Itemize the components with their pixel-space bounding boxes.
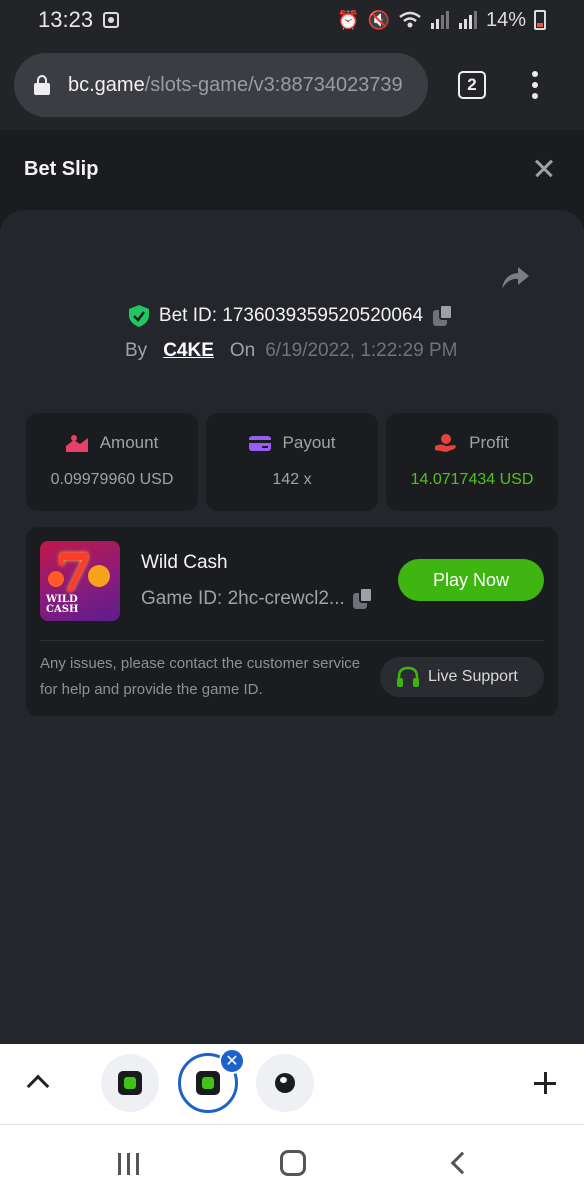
bet-id-row: Bet ID: 1736039359520520064 [0,304,584,328]
live-support-label: Live Support [428,668,518,685]
chevron-up-icon[interactable] [26,1074,50,1098]
on-label: On [229,340,256,361]
url-path: /slots-game/v3:88734023739 [144,73,403,96]
profit-label: Profit [469,433,509,452]
share-icon[interactable] [500,264,530,292]
recent-apps-icon[interactable] [118,1153,139,1175]
by-label: By [125,340,148,361]
profit-value: 14.0717434 USD [410,471,534,488]
modal-title: Bet Slip [24,158,99,180]
home-icon[interactable] [280,1150,306,1176]
amount-card: Amount 0.09979960 USD [26,413,198,511]
browser-toolbar: bc.game/slots-game/v3:88734023739 2 [0,40,584,130]
tab-bc-game-active[interactable]: ✕ [178,1048,245,1113]
amount-label: Amount [99,433,159,452]
payout-card: Payout 142 x [206,413,378,511]
signal-icon [458,11,477,29]
address-bar[interactable]: bc.game/slots-game/v3:88734023739 [14,53,428,117]
game-id-row: Game ID: 2hc-crewcl2... [141,587,375,611]
bc-game-icon [118,1071,142,1095]
bet-id: Bet ID: 1736039359520520064 [158,305,424,326]
url-text: bc.game/slots-game/v3:88734023739 [68,74,403,97]
mute-icon: 🔇 [367,9,390,30]
divider [40,640,544,641]
support-note: Any issues, please contact the customer … [40,655,361,698]
live-support-button[interactable]: Live Support [380,657,544,697]
signal-icon [430,11,449,29]
tab-switcher-button[interactable]: 2 [458,71,486,99]
payout-icon [248,436,271,451]
new-tab-icon[interactable] [534,1072,556,1094]
game-thumbnail[interactable]: 7 WILD CASH [40,541,120,621]
alarm-icon: ⏰ [337,9,360,30]
bet-date: 6/19/2022, 1:22:29 PM [265,340,458,361]
status-icons: ⏰ 🔇 14% [337,9,546,32]
system-nav-bar [0,1124,584,1200]
close-tab-icon[interactable]: ✕ [219,1048,245,1074]
verified-shield-icon [128,305,149,327]
status-bar: 13:23 ⏰ 🔇 14% [0,0,584,40]
battery-icon [534,10,546,30]
status-time: 13:23 [38,7,94,32]
game-id: Game ID: 2hc-crewcl2... [141,588,345,609]
browser-menu-icon[interactable] [532,71,538,99]
headset-icon [397,666,419,687]
game-logo-text: WILD CASH [46,594,79,615]
globe-icon [275,1073,295,1093]
game-card: 7 WILD CASH Wild Cash Game ID: 2hc-crewcl… [26,527,558,716]
copy-icon[interactable] [352,587,375,611]
profit-card: Profit 14.0717434 USD [386,413,558,511]
screen-record-icon [103,12,120,28]
play-now-button[interactable]: Play Now [398,559,544,601]
tab-bc-game[interactable] [101,1054,159,1112]
battery-percent: 14% [485,8,526,31]
fruit-graphic [88,565,110,587]
amount-icon [65,435,88,452]
bc-game-icon [196,1071,220,1095]
bet-author-row: By C4KE On 6/19/2022, 1:22:29 PM [125,340,458,362]
back-icon[interactable] [450,1151,474,1175]
tab-strip: ✕ [0,1044,584,1124]
profit-icon [435,434,456,452]
tab-web[interactable] [256,1054,314,1112]
close-icon[interactable] [532,156,556,180]
payout-value: 142 x [272,471,312,488]
lock-icon [34,75,50,95]
game-name: Wild Cash [141,552,228,573]
amount-value: 0.09979960 USD [50,471,174,488]
wifi-icon [399,11,421,28]
payout-label: Payout [282,433,336,452]
copy-icon[interactable] [433,304,455,328]
username-link[interactable]: C4KE [163,340,214,362]
url-domain: bc.game [68,73,145,96]
